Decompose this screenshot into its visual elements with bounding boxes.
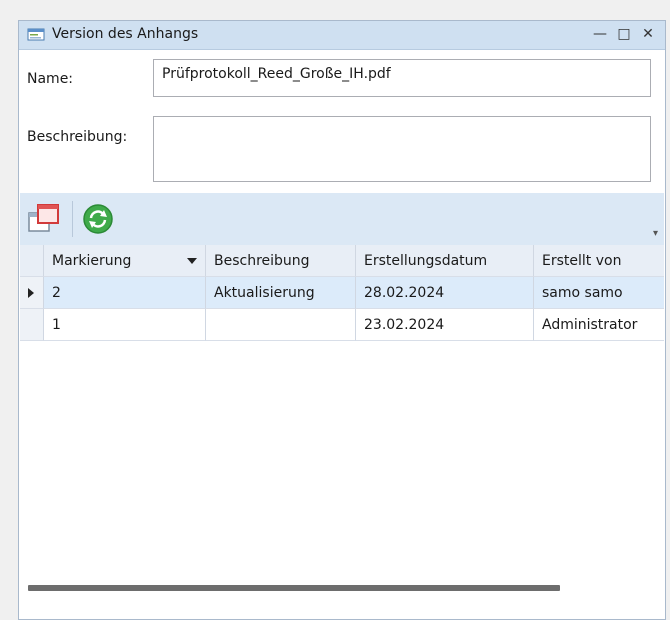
description-field[interactable] <box>153 116 651 182</box>
cell-erstellt-von[interactable]: Administrator <box>534 309 664 341</box>
horizontal-scrollbar[interactable] <box>28 585 560 591</box>
cell-erstellungsdatum[interactable]: 23.02.2024 <box>356 309 534 341</box>
toolbar: ▾ <box>20 193 664 245</box>
header-row-indicator <box>20 245 44 277</box>
copy-windows-icon[interactable] <box>26 201 62 237</box>
description-label: Beschreibung: <box>27 129 128 145</box>
column-header-markierung[interactable]: Markierung <box>44 245 206 277</box>
minimize-button[interactable]: — <box>591 24 609 44</box>
table-row[interactable]: 1 23.02.2024 Administrator <box>20 309 664 341</box>
column-header-label: Markierung <box>52 253 132 269</box>
row-indicator <box>20 309 44 341</box>
name-field[interactable]: Prüfprotokoll_Reed_Große_IH.pdf <box>153 59 651 97</box>
window-app-icon <box>27 28 45 41</box>
cell-markierung[interactable]: 2 <box>44 277 206 309</box>
cell-beschreibung[interactable] <box>206 309 356 341</box>
refresh-icon[interactable] <box>80 201 116 237</box>
versions-grid: Markierung Beschreibung Erstellungsdatum… <box>20 245 664 619</box>
close-button[interactable]: ✕ <box>639 24 657 44</box>
cell-beschreibung[interactable]: Aktualisierung <box>206 277 356 309</box>
grid-header: Markierung Beschreibung Erstellungsdatum… <box>20 245 664 278</box>
column-header-erstellt-von[interactable]: Erstellt von <box>534 245 664 277</box>
column-header-erstellungsdatum[interactable]: Erstellungsdatum <box>356 245 534 277</box>
attachment-version-window: Version des Anhangs — □ ✕ Name: Prüfprot… <box>18 20 666 620</box>
table-row[interactable]: 2 Aktualisierung 28.02.2024 samo samo <box>20 277 664 309</box>
current-row-arrow-icon <box>28 288 34 298</box>
toolbar-overflow-icon[interactable]: ▾ <box>653 228 658 239</box>
window-title: Version des Anhangs <box>52 26 199 42</box>
cell-erstellt-von[interactable]: samo samo <box>534 277 664 309</box>
cell-erstellungsdatum[interactable]: 28.02.2024 <box>356 277 534 309</box>
sort-desc-icon <box>187 258 197 264</box>
toolbar-separator <box>72 201 73 237</box>
cell-markierung[interactable]: 1 <box>44 309 206 341</box>
row-indicator <box>20 277 44 309</box>
column-header-beschreibung[interactable]: Beschreibung <box>206 245 356 277</box>
maximize-button[interactable]: □ <box>615 24 633 44</box>
title-bar[interactable]: Version des Anhangs — □ ✕ <box>19 21 665 50</box>
name-label: Name: <box>27 71 74 87</box>
window-controls: — □ ✕ <box>591 24 657 44</box>
